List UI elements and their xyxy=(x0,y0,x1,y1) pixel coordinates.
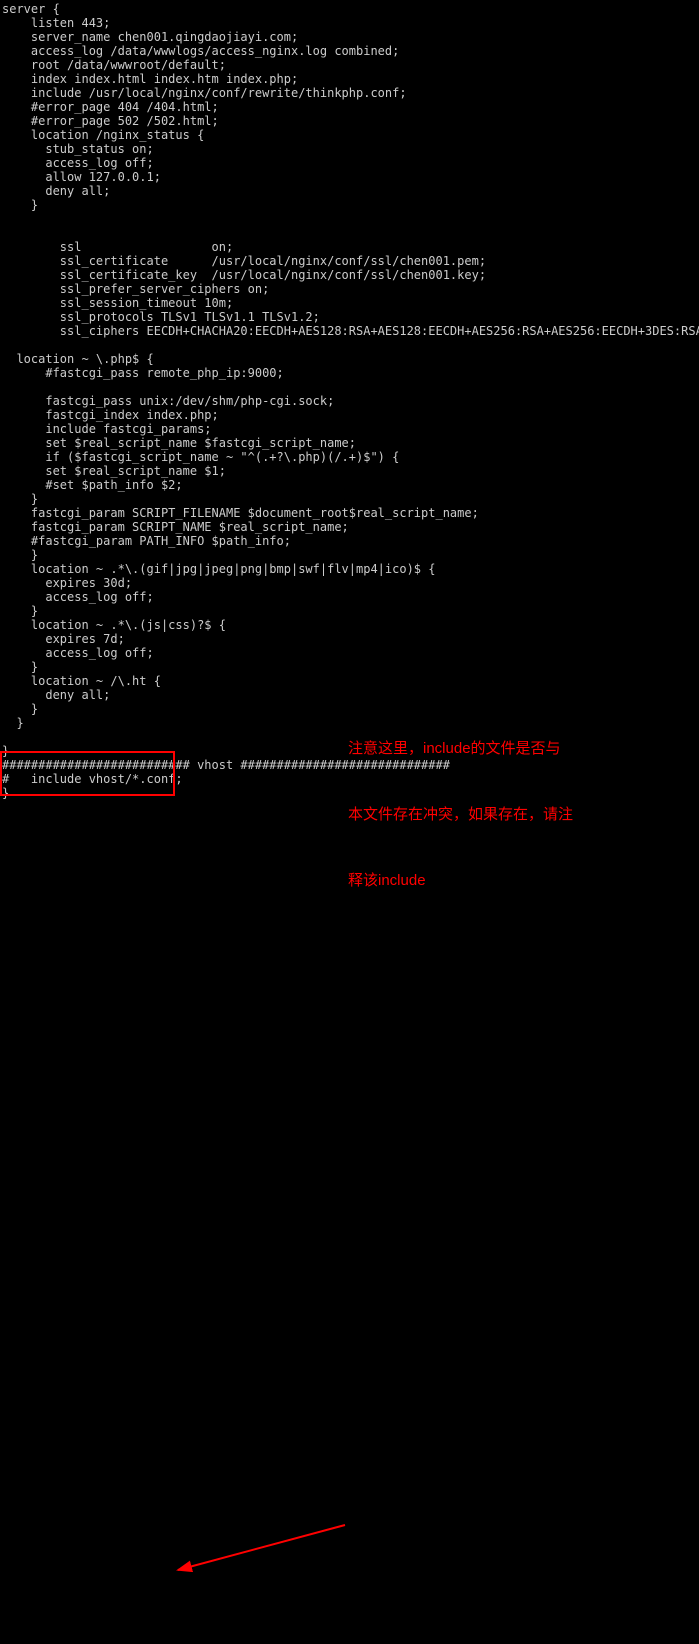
annotation-line-1: 注意这里，include的文件是否与 xyxy=(348,738,573,760)
annotation-line-2: 本文件存在冲突，如果存在，请注 xyxy=(348,804,573,826)
annotation-arrow xyxy=(0,800,699,1644)
annotation-text: 注意这里，include的文件是否与 本文件存在冲突，如果存在，请注 释该inc… xyxy=(348,694,573,914)
nginx-config-code: server { listen 443; server_name chen001… xyxy=(0,0,699,800)
annotation-line-3: 释该include xyxy=(348,870,573,892)
